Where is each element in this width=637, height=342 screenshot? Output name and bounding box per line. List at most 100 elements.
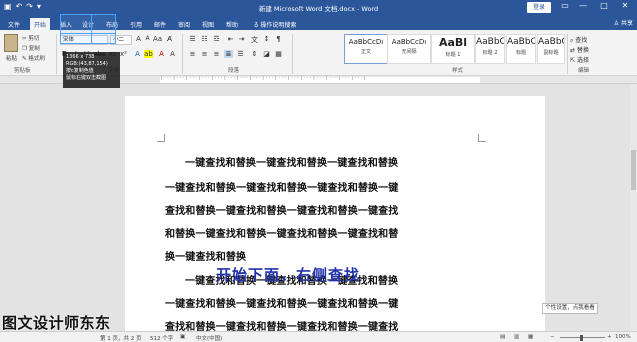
login-button[interactable]: 登录 — [527, 2, 551, 13]
ribbon-display-icon[interactable]: ▭ — [557, 1, 573, 10]
style-title[interactable]: AaBbC 标题 — [506, 34, 536, 64]
shading-icon[interactable]: ◪ — [262, 50, 271, 58]
grow-font-icon[interactable]: A — [134, 35, 143, 43]
find-button[interactable]: ⌕ 查找 — [570, 35, 587, 45]
show-marks-icon[interactable]: ¶ — [274, 35, 283, 43]
style-name: 标题 — [515, 50, 526, 56]
align-right-icon[interactable]: ≡ — [212, 50, 221, 58]
copy-button[interactable]: ❐ 复制 — [22, 44, 40, 52]
picker-crosshair-v — [91, 14, 92, 44]
style-no-spacing[interactable]: AaBbCcDı 无间隔 — [387, 34, 431, 64]
zoom-in-icon[interactable]: + — [607, 334, 612, 340]
tell-me-search[interactable]: ♁ 操作说明搜索 — [250, 18, 300, 30]
shrink-font-icon[interactable]: A — [143, 35, 152, 42]
sort-icon[interactable]: ↕ — [262, 35, 271, 43]
status-language[interactable]: 中文(中国) — [196, 334, 222, 342]
char-shading-icon[interactable]: A — [168, 50, 177, 58]
doc-paragraph-line[interactable]: 一键查找和替换一键查找和替换一键查找和替换一键 — [165, 295, 477, 310]
crop-mark-tl — [157, 134, 165, 142]
tab-references[interactable]: 引用 — [126, 18, 146, 30]
picker-crosshair-h — [60, 33, 116, 34]
tab-file[interactable]: 文件 — [4, 18, 24, 30]
scrollbar-thumb[interactable] — [631, 150, 636, 190]
group-editing-label: 编辑 — [578, 68, 590, 74]
zoom-level[interactable]: 100% — [615, 334, 631, 340]
scissors-icon: ✂ — [22, 36, 27, 42]
share-button[interactable]: ♙ 共享 — [614, 18, 633, 27]
status-page[interactable]: 第 1 页，共 2 页 — [100, 334, 142, 342]
crop-mark-tr — [478, 134, 486, 142]
personalize-tooltip[interactable]: 个性设置，点我看看 — [542, 303, 598, 314]
style-sample: AaBbCcDı — [348, 38, 384, 46]
format-painter-button[interactable]: ✎ 格式刷 — [22, 54, 45, 62]
superscript-button[interactable]: x² — [119, 50, 128, 58]
tell-me-label: 操作说明搜索 — [260, 22, 297, 29]
distributed-icon[interactable]: ☰ — [236, 50, 245, 58]
doc-paragraph-line[interactable]: 一键查找和替换一键查找和替换一键查找和替换 — [165, 154, 477, 169]
bullets-icon[interactable]: ☰ — [188, 35, 197, 43]
divider — [292, 34, 293, 74]
web-layout-icon[interactable]: ▦ — [528, 334, 533, 340]
vertical-scrollbar[interactable] — [630, 84, 637, 331]
tab-home[interactable]: 开始 — [30, 18, 51, 30]
tab-help[interactable]: 帮助 — [222, 18, 242, 30]
zoom-out-icon[interactable]: − — [550, 334, 555, 340]
picker-hint-copy: 按c复制色值 — [66, 68, 94, 74]
numbering-icon[interactable]: ☷ — [200, 35, 209, 43]
paste-button-label[interactable]: 粘贴 — [6, 54, 17, 62]
tutorial-caption: 开始下面，右侧查找 — [216, 266, 361, 284]
zoom-slider-knob[interactable] — [580, 335, 583, 341]
text-effects-icon[interactable]: A — [133, 50, 142, 58]
style-heading-2[interactable]: AaBbC 标题 2 — [475, 34, 505, 64]
tab-mailings[interactable]: 邮件 — [150, 18, 170, 30]
clear-format-icon[interactable]: A̸ — [165, 35, 174, 43]
screen-picker-highlight — [60, 14, 116, 44]
line-spacing-icon[interactable]: ⇕ — [250, 50, 259, 58]
minimize-button[interactable]: — — [575, 1, 591, 10]
replace-button[interactable]: ⇄ 替换 — [570, 45, 589, 54]
increase-indent-icon[interactable]: ⇥ — [237, 35, 246, 43]
font-color-icon[interactable]: A — [157, 50, 166, 58]
replace-icon: ⇄ — [570, 47, 576, 54]
share-label: 共享 — [620, 20, 633, 27]
align-center-icon[interactable]: ≡ — [200, 50, 209, 58]
tab-review[interactable]: 审阅 — [174, 18, 194, 30]
copy-icon: ❐ — [22, 46, 27, 52]
select-button[interactable]: ⇱ 选择 — [570, 55, 589, 64]
doc-paragraph-line[interactable]: 换一键查找和替换 — [165, 248, 477, 263]
group-paragraph-label: 段落 — [228, 68, 240, 74]
cut-button[interactable]: ✂ 剪切 — [22, 34, 39, 42]
person-icon: ♙ — [613, 20, 620, 27]
read-mode-icon[interactable]: ▤ — [500, 334, 505, 340]
change-case-icon[interactable]: Aa — [153, 35, 162, 43]
watermark: 图文设计师东东 — [2, 314, 111, 332]
style-name: 正文 — [360, 49, 371, 55]
align-left-icon[interactable]: ≡ — [188, 50, 197, 58]
status-words[interactable]: 512 个字 — [150, 334, 173, 342]
justify-icon[interactable]: ≣ — [224, 50, 233, 58]
proofing-icon[interactable]: ▣ — [180, 334, 185, 340]
doc-paragraph-line[interactable]: 查找和替换一键查找和替换一键查找和替换一键查找 — [165, 202, 477, 217]
format-painter-label: 格式刷 — [28, 56, 45, 62]
divider — [182, 34, 183, 74]
borders-icon[interactable]: ▦ — [274, 50, 283, 58]
screen-picker-info: 1366 x 738 RGB:(43,87,154) 按c复制色值 鼠标右键双击… — [63, 52, 120, 88]
divider — [567, 34, 568, 74]
style-normal[interactable]: AaBbCcDı 正文 — [344, 34, 388, 64]
style-subtitle[interactable]: AaBbC 副标题 — [537, 34, 565, 64]
lightbulb-icon: ♁ — [254, 22, 259, 29]
paste-icon[interactable] — [4, 34, 18, 52]
tab-view[interactable]: 视图 — [198, 18, 218, 30]
doc-paragraph-line[interactable]: 一键查找和替换一键查找和替换一键查找和替换一键 — [165, 179, 477, 194]
style-sample: AaBl — [438, 36, 468, 49]
style-heading-1[interactable]: AaBl 标题 1 — [431, 34, 475, 64]
divider — [56, 34, 57, 74]
doc-paragraph-line[interactable]: 和替换一键查找和替换一键查找和替换一键查找和替 — [165, 225, 477, 240]
highlight-icon[interactable]: ab — [144, 50, 153, 58]
multilevel-list-icon[interactable]: ☲ — [212, 35, 221, 43]
print-layout-icon[interactable]: ▥ — [514, 334, 519, 340]
decrease-indent-icon[interactable]: ⇤ — [226, 35, 235, 43]
chinese-layout-icon[interactable]: 文 — [250, 35, 259, 45]
restore-button[interactable]: □ — [596, 1, 612, 10]
close-button[interactable]: ✕ — [617, 1, 633, 10]
